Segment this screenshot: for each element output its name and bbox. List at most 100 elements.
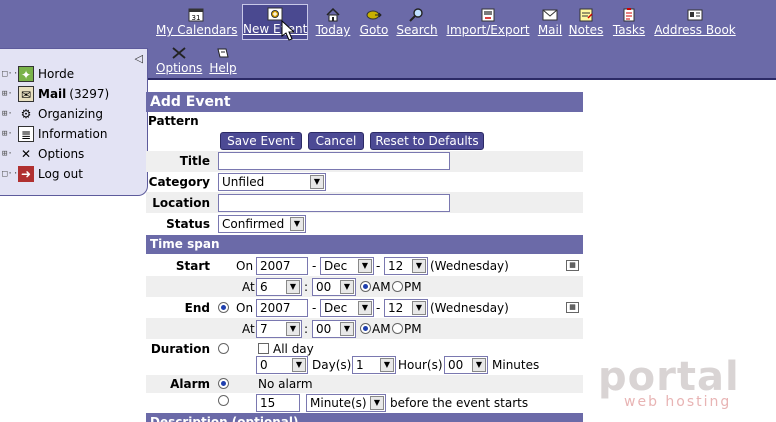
end-day-select[interactable]: 12 ▼ bbox=[384, 299, 428, 317]
chevron-down-icon: ▼ bbox=[292, 358, 306, 372]
end-hour-value: 7 bbox=[260, 322, 268, 336]
start-at-label: At bbox=[242, 280, 255, 294]
start-am-radio[interactable] bbox=[360, 281, 371, 292]
end-on-label: On bbox=[236, 301, 254, 315]
menu-new-event[interactable]: New Event bbox=[242, 4, 308, 40]
menu-help[interactable]: Help bbox=[208, 44, 238, 78]
menu-goto[interactable]: Goto bbox=[358, 6, 390, 40]
end-minute-select[interactable]: 00 ▼ bbox=[312, 320, 356, 338]
start-am-label: AM bbox=[372, 280, 391, 294]
end-at-label: At bbox=[242, 322, 255, 336]
title-label: Title bbox=[146, 154, 210, 168]
mail-icon: ✉ bbox=[18, 86, 34, 102]
end-month-select[interactable]: Dec ▼ bbox=[320, 299, 374, 317]
date-separator: - bbox=[376, 259, 381, 273]
import-export-icon bbox=[481, 8, 495, 22]
end-on-radio[interactable] bbox=[218, 302, 229, 313]
title-input[interactable] bbox=[218, 152, 450, 170]
menu-label: Mail bbox=[537, 23, 563, 37]
allday-checkbox[interactable] bbox=[258, 343, 269, 354]
sidebar-item-logout[interactable]: □·· ➜ Log out bbox=[2, 165, 83, 183]
sidebar-item-label: Mail bbox=[38, 87, 67, 101]
duration-minutes-select[interactable]: 00 ▼ bbox=[444, 356, 488, 374]
location-input[interactable] bbox=[218, 194, 450, 212]
menu-import-export[interactable]: Import/Export bbox=[446, 6, 530, 40]
end-month-value: Dec bbox=[324, 301, 348, 315]
status-select[interactable]: Confirmed ▼ bbox=[218, 215, 306, 233]
chevron-down-icon: ▼ bbox=[286, 280, 300, 294]
menu-today[interactable]: Today bbox=[314, 6, 352, 40]
end-hour-select[interactable]: 7 ▼ bbox=[256, 320, 302, 338]
alarm-unit-select[interactable]: Minute(s) ▼ bbox=[306, 394, 386, 412]
start-label: Start bbox=[175, 259, 210, 273]
start-year-input[interactable]: 2007 bbox=[256, 257, 308, 275]
calendar-picker-icon[interactable]: ▦ bbox=[566, 302, 579, 313]
no-alarm-radio[interactable] bbox=[218, 378, 229, 389]
save-event-button[interactable]: Save Event bbox=[220, 132, 302, 150]
duration-radio[interactable] bbox=[218, 343, 229, 354]
alarm-radio[interactable] bbox=[218, 395, 229, 406]
category-select[interactable]: Unfiled ▼ bbox=[218, 173, 326, 191]
start-minute-select[interactable]: 00 ▼ bbox=[312, 278, 356, 296]
start-pm-radio[interactable] bbox=[392, 281, 403, 292]
expand-icon[interactable]: ⊞· bbox=[2, 89, 18, 99]
menu-mail[interactable]: Mail bbox=[536, 6, 564, 40]
cancel-button[interactable]: Cancel bbox=[308, 132, 364, 150]
no-alarm-label: No alarm bbox=[258, 377, 313, 391]
start-hour-select[interactable]: 6 ▼ bbox=[256, 278, 302, 296]
chevron-down-icon: ▼ bbox=[472, 358, 486, 372]
sidebar-item-information[interactable]: ⊞· ≣ Information bbox=[2, 125, 107, 143]
end-pm-radio[interactable] bbox=[392, 323, 403, 334]
reset-defaults-button[interactable]: Reset to Defaults bbox=[370, 132, 484, 150]
days-label: Day(s) bbox=[312, 358, 352, 372]
duration-label: Duration bbox=[150, 342, 210, 356]
date-separator: - bbox=[376, 301, 381, 315]
end-am-radio[interactable] bbox=[360, 323, 371, 334]
horde-icon: ✦ bbox=[18, 66, 34, 82]
end-day-value: 12 bbox=[388, 301, 404, 315]
menu-my-calendars[interactable]: 31 My Calendars bbox=[156, 6, 237, 40]
menu-search[interactable]: Search bbox=[396, 6, 438, 40]
calendar-icon: 31 bbox=[188, 8, 204, 22]
expand-icon[interactable]: ⊞· bbox=[2, 149, 18, 159]
menu-address-book[interactable]: Address Book bbox=[654, 6, 736, 40]
description-heading: Description (optional) bbox=[146, 413, 583, 422]
menu-label: Notes bbox=[568, 23, 604, 37]
pattern-label: Pattern bbox=[148, 114, 199, 128]
pin-icon[interactable]: ◁ bbox=[135, 52, 143, 65]
sidebar-item-label: Horde bbox=[38, 67, 75, 81]
duration-hours-value: 1 bbox=[356, 358, 364, 372]
menu-notes[interactable]: Notes bbox=[568, 6, 604, 40]
calendar-picker-icon[interactable]: ▦ bbox=[566, 260, 579, 271]
svg-text:31: 31 bbox=[192, 14, 201, 22]
start-weekday: (Wednesday) bbox=[430, 259, 509, 273]
sidebar-item-options[interactable]: ⊞· ✕ Options bbox=[2, 145, 84, 163]
end-year-input[interactable]: 2007 bbox=[256, 299, 308, 317]
watermark-logo: portal web hosting bbox=[598, 354, 748, 414]
alarm-value-input[interactable]: 15 bbox=[256, 394, 300, 412]
new-event-icon bbox=[267, 7, 283, 21]
duration-minutes-value: 00 bbox=[448, 358, 464, 372]
menu-label: Import/Export bbox=[446, 23, 530, 37]
menu-options[interactable]: Options bbox=[156, 44, 202, 78]
menu-tasks[interactable]: Tasks bbox=[610, 6, 648, 40]
menu-label: Today bbox=[315, 23, 351, 37]
sidebar-item-horde[interactable]: □·· ✦ Horde bbox=[2, 65, 74, 83]
start-month-select[interactable]: Dec ▼ bbox=[320, 257, 374, 275]
duration-days-value: 0 bbox=[260, 358, 268, 372]
chevron-down-icon: ▼ bbox=[380, 358, 394, 372]
end-weekday: (Wednesday) bbox=[430, 301, 509, 315]
duration-days-select[interactable]: 0 ▼ bbox=[256, 356, 308, 374]
sidebar-item-mail[interactable]: ⊞· ✉ Mail (3297) bbox=[2, 85, 109, 103]
expand-icon[interactable]: ⊞· bbox=[2, 109, 18, 119]
mail-count: (3297) bbox=[69, 87, 110, 101]
start-day-select[interactable]: 12 ▼ bbox=[384, 257, 428, 275]
end-pm-label: PM bbox=[404, 322, 422, 336]
hours-label: Hour(s) bbox=[398, 358, 443, 372]
start-on-label: On bbox=[236, 259, 254, 273]
sidebar-item-organizing[interactable]: ⊞· ⚙ Organizing bbox=[2, 105, 103, 123]
sidebar-item-label: Log out bbox=[38, 167, 83, 181]
expand-icon[interactable]: ⊞· bbox=[2, 129, 18, 139]
duration-hours-select[interactable]: 1 ▼ bbox=[352, 356, 396, 374]
sidebar-item-label: Organizing bbox=[38, 107, 103, 121]
